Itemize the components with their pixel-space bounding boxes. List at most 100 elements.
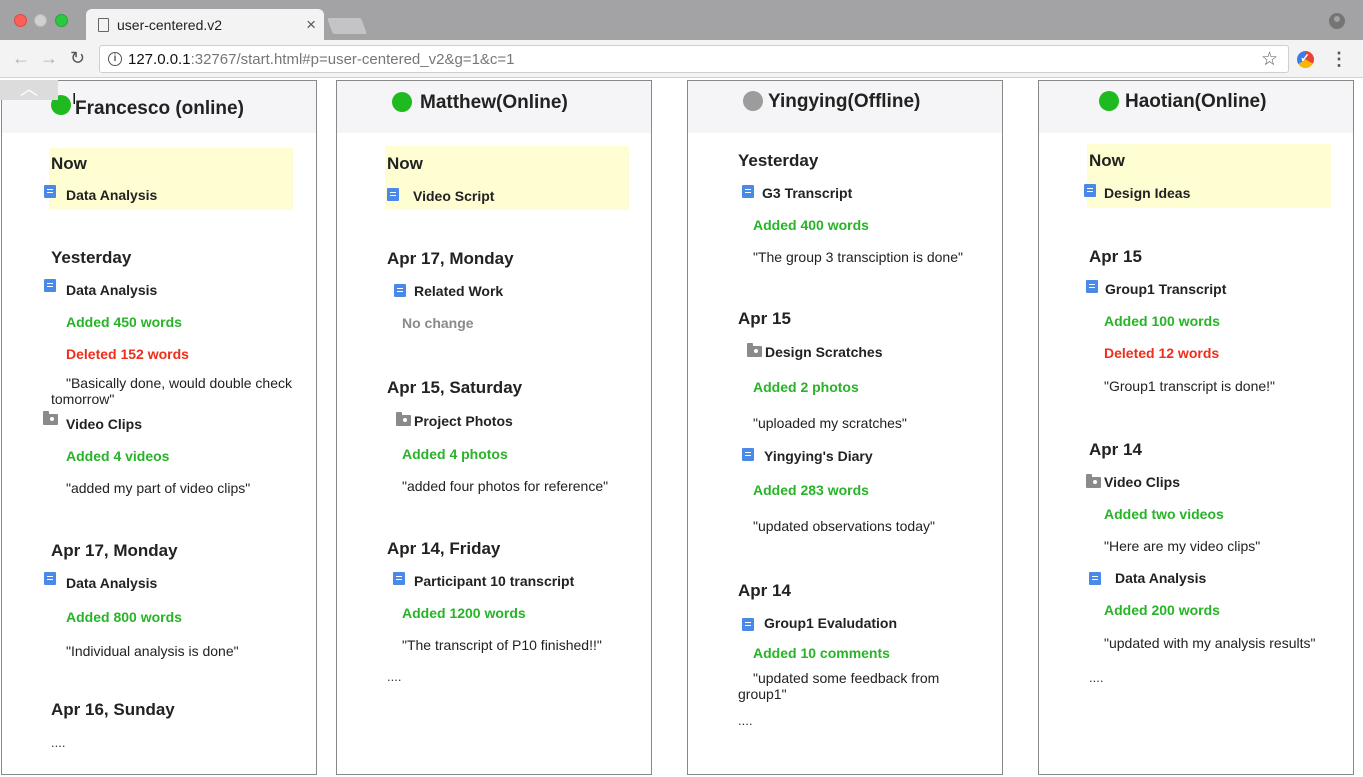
user-column-yingying: Yingying(Offline) Yesterday G3 Transcrip… bbox=[687, 80, 1003, 775]
page-icon bbox=[98, 18, 109, 32]
reload-icon[interactable]: ↻ bbox=[70, 48, 85, 69]
folder-icon bbox=[396, 412, 411, 426]
change-added: Added 800 words bbox=[66, 609, 182, 625]
document-icon bbox=[742, 448, 754, 461]
day-heading: Apr 17, Monday bbox=[387, 249, 514, 268]
tab-close-icon[interactable]: × bbox=[306, 15, 316, 35]
user-name: Matthew(Online) bbox=[420, 92, 568, 113]
browser-toolbar: ← → ↻ i 127.0.0.1:32767/start.html#p=use… bbox=[0, 40, 1363, 78]
change-added: Added 100 words bbox=[1104, 313, 1220, 329]
document-link[interactable]: Related Work bbox=[414, 283, 503, 299]
change-deleted: Deleted 152 words bbox=[66, 346, 189, 362]
info-icon[interactable]: i bbox=[108, 52, 122, 66]
document-link[interactable]: Design Ideas bbox=[1104, 185, 1190, 201]
offline-status-icon bbox=[743, 91, 763, 111]
browser-menu-icon[interactable]: ⋮ bbox=[1330, 49, 1348, 70]
online-status-icon bbox=[1099, 91, 1119, 111]
more-indicator[interactable]: .... bbox=[51, 735, 65, 750]
forward-icon[interactable]: → bbox=[40, 48, 58, 69]
day-heading: Apr 14, Friday bbox=[387, 539, 501, 558]
change-added: Added 2 photos bbox=[753, 379, 859, 395]
user-column-matthew: Matthew(Online) Now Video Script Apr 17,… bbox=[336, 80, 652, 775]
day-heading: Now bbox=[51, 154, 87, 173]
profile-icon[interactable] bbox=[1329, 13, 1345, 29]
document-icon bbox=[1084, 184, 1096, 197]
day-heading: Yesterday bbox=[738, 151, 819, 170]
document-icon bbox=[44, 572, 56, 585]
user-name: Francesco (online) bbox=[75, 98, 244, 119]
document-link[interactable]: Video Clips bbox=[1104, 474, 1180, 490]
document-link[interactable]: Video Script bbox=[413, 188, 494, 204]
more-indicator[interactable]: .... bbox=[387, 669, 401, 684]
window-minimize-button[interactable] bbox=[34, 14, 47, 27]
change-added: Added 450 words bbox=[66, 314, 182, 330]
update-note: "Basically done, would double check tomo… bbox=[51, 375, 292, 407]
document-link[interactable]: Data Analysis bbox=[66, 282, 157, 298]
change-added: Added 283 words bbox=[753, 482, 869, 498]
window-titlebar: user-centered.v2 × bbox=[0, 0, 1363, 41]
update-note: "updated observations today" bbox=[753, 518, 935, 534]
document-icon bbox=[742, 185, 754, 198]
change-added: Added 1200 words bbox=[402, 605, 526, 621]
day-heading: Now bbox=[1089, 151, 1125, 170]
document-icon bbox=[44, 279, 56, 292]
browser-tab[interactable]: user-centered.v2 × bbox=[86, 9, 324, 41]
update-note: "The group 3 transciption is done" bbox=[753, 249, 963, 265]
day-heading: Yesterday bbox=[51, 248, 132, 267]
window-close-button[interactable] bbox=[14, 14, 27, 27]
document-link[interactable]: G3 Transcript bbox=[762, 185, 852, 201]
collapse-button[interactable]: ︿ bbox=[0, 80, 58, 100]
window-maximize-button[interactable] bbox=[55, 14, 68, 27]
bookmark-star-icon[interactable]: ☆ bbox=[1261, 48, 1278, 71]
update-note: "updated some feedback from group1" bbox=[738, 670, 940, 702]
document-link[interactable]: Participant 10 transcript bbox=[414, 573, 574, 589]
tab-title: user-centered.v2 bbox=[117, 17, 223, 33]
document-link[interactable]: Video Clips bbox=[66, 416, 142, 432]
update-note: "updated with my analysis results" bbox=[1104, 635, 1316, 651]
address-bar[interactable]: i 127.0.0.1:32767/start.html#p=user-cent… bbox=[99, 45, 1289, 73]
document-link[interactable]: Group1 Evaludation bbox=[764, 615, 897, 631]
document-link[interactable]: Group1 Transcript bbox=[1105, 281, 1226, 297]
update-note: "Individual analysis is done" bbox=[66, 643, 239, 659]
change-added: Added two videos bbox=[1104, 506, 1224, 522]
day-heading: Apr 16, Sunday bbox=[51, 700, 175, 719]
document-link[interactable]: Data Analysis bbox=[1115, 570, 1206, 586]
new-tab-button[interactable] bbox=[327, 18, 367, 34]
change-deleted: Deleted 12 words bbox=[1104, 345, 1220, 361]
text-cursor-icon: I bbox=[72, 91, 77, 108]
column-header: Haotian(Online) bbox=[1039, 81, 1353, 133]
online-status-icon bbox=[392, 92, 412, 112]
change-added: Added 200 words bbox=[1104, 602, 1220, 618]
day-heading: Apr 14 bbox=[738, 581, 791, 600]
change-none: No change bbox=[402, 315, 474, 331]
folder-icon bbox=[43, 411, 58, 425]
update-note: "The transcript of P10 finished!!" bbox=[402, 637, 602, 653]
document-icon bbox=[393, 572, 405, 585]
folder-icon bbox=[747, 343, 762, 357]
document-link[interactable]: Design Scratches bbox=[765, 344, 883, 360]
document-icon bbox=[742, 618, 754, 631]
document-icon bbox=[1086, 280, 1098, 293]
back-icon[interactable]: ← bbox=[12, 48, 30, 69]
document-link[interactable]: Project Photos bbox=[414, 413, 513, 429]
url-text[interactable]: 127.0.0.1:32767/start.html#p=user-center… bbox=[128, 51, 515, 68]
user-column-francesco: Francesco (online) Now Data Analysis Yes… bbox=[1, 80, 317, 775]
document-link[interactable]: Yingying's Diary bbox=[764, 448, 873, 464]
column-header: Matthew(Online) bbox=[337, 81, 651, 133]
more-indicator[interactable]: .... bbox=[738, 713, 752, 728]
document-icon bbox=[387, 188, 399, 201]
extension-icon[interactable] bbox=[1297, 51, 1314, 68]
user-name: Haotian(Online) bbox=[1125, 91, 1267, 112]
day-heading: Apr 15 bbox=[738, 309, 791, 328]
update-note: "uploaded my scratches" bbox=[753, 415, 907, 431]
day-heading: Apr 14 bbox=[1089, 440, 1142, 459]
folder-icon bbox=[1086, 474, 1101, 488]
column-header: Yingying(Offline) bbox=[688, 81, 1002, 133]
document-icon bbox=[1089, 572, 1101, 585]
update-note: "added my part of video clips" bbox=[66, 480, 251, 496]
document-link[interactable]: Data Analysis bbox=[66, 187, 157, 203]
more-indicator[interactable]: .... bbox=[1089, 670, 1103, 685]
change-added: Added 10 comments bbox=[753, 645, 890, 661]
change-added: Added 4 photos bbox=[402, 446, 508, 462]
document-link[interactable]: Data Analysis bbox=[66, 575, 157, 591]
